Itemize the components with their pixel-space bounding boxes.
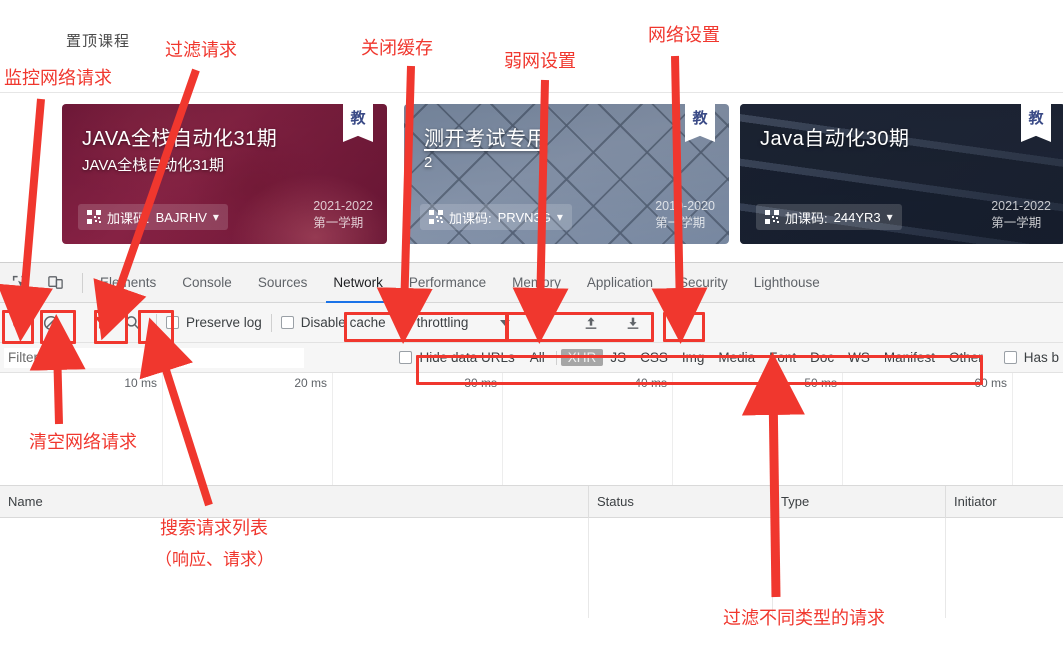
qr-code-icon (87, 210, 101, 224)
course-term-year: 2021-2022 (313, 199, 373, 214)
web-page-region: 置顶课程 JAVA全栈自动化31期 JAVA全栈自动化31期 加课码: BAJR… (0, 0, 1063, 262)
column-header-type[interactable]: Type (772, 486, 945, 518)
tab-network[interactable]: Network (320, 263, 396, 303)
course-join-code-label: 加课码: (107, 210, 150, 226)
highlight-throttling (506, 312, 654, 342)
course-join-code[interactable]: 加课码: BAJRHV ▾ (78, 204, 228, 230)
course-card-title: 测开考试专用 (424, 128, 547, 150)
qr-code-icon (765, 210, 779, 224)
course-card-list: JAVA全栈自动化31期 JAVA全栈自动化31期 加课码: BAJRHV ▾ (0, 104, 1063, 254)
column-header-initiator[interactable]: Initiator (945, 486, 1063, 518)
filter-placeholder: Filter (8, 350, 38, 365)
annotation-clear-requests: 清空网络请求 (29, 432, 137, 452)
annotation-disable-cache: 关闭缓存 (361, 38, 433, 58)
highlight-filter-button (94, 310, 128, 344)
course-term: 2019-2020 第一学期 (655, 198, 715, 232)
tab-performance[interactable]: Performance (396, 263, 499, 303)
course-join-code-value: 244YR3 (833, 209, 881, 225)
chevron-down-icon[interactable]: ▾ (887, 210, 893, 224)
highlight-network-conditions (663, 312, 705, 342)
annotation-filter-request: 过滤请求 (165, 40, 237, 60)
annotation-network-settings: 网络设置 (648, 25, 720, 45)
tab-memory[interactable]: Memory (499, 263, 574, 303)
course-term-name: 第一学期 (313, 216, 364, 231)
preserve-log-label: Preserve log (186, 315, 262, 330)
course-card-subtitle: JAVA全栈自动化31期 (82, 157, 224, 174)
network-overview-timeline[interactable]: 10 ms 20 ms 30 ms 40 ms 50 ms 60 ms (0, 373, 1063, 486)
tab-application[interactable]: Application (574, 263, 666, 303)
course-card[interactable]: 测开考试专用 2 加课码: PRVN3G ▾ 2019-2020 第一学期 教 (404, 104, 729, 244)
checkbox-box[interactable] (1003, 351, 1017, 364)
chevron-down-icon[interactable]: ▾ (557, 210, 563, 224)
course-term: 2021-2022 第一学期 (991, 198, 1051, 232)
tab-sources[interactable]: Sources (245, 263, 321, 303)
devtools-tool-icons (0, 270, 78, 296)
column-header-name[interactable]: Name (0, 486, 588, 518)
highlight-disable-cache (344, 312, 508, 342)
annotation-search-request-list-detail: （响应、请求） (155, 550, 274, 569)
tab-lighthouse[interactable]: Lighthouse (741, 263, 833, 303)
course-join-code-label: 加课码: (449, 210, 492, 226)
highlight-search-button (138, 310, 174, 344)
annotation-search-request-list: 搜索请求列表 (160, 518, 268, 538)
has-blocked-cookies-label: Has b (1023, 350, 1059, 365)
column-header-status[interactable]: Status (588, 486, 772, 518)
has-blocked-cookies-checkbox[interactable]: Has b (1003, 350, 1059, 365)
course-join-code[interactable]: 加课码: PRVN3G ▾ (420, 204, 572, 230)
annotation-monitor-network: 监控网络请求 (4, 68, 112, 88)
course-card-title: JAVA全栈自动化31期 (82, 128, 278, 150)
annotation-throttling: 弱网设置 (504, 51, 576, 71)
timeline-tick-label: 20 ms (294, 376, 327, 390)
tab-console[interactable]: Console (169, 263, 245, 303)
highlight-type-filters (416, 355, 983, 385)
course-join-code[interactable]: 加课码: 244YR3 ▾ (756, 204, 902, 230)
course-card[interactable]: JAVA全栈自动化31期 JAVA全栈自动化31期 加课码: BAJRHV ▾ (62, 104, 387, 244)
course-term-year: 2021-2022 (991, 199, 1051, 214)
course-card-title: Java自动化30期 (760, 128, 910, 150)
tab-separator (82, 272, 83, 293)
page-divider (0, 92, 1063, 93)
chevron-down-icon[interactable]: ▾ (213, 210, 219, 224)
devtools-tab-bar: Elements Console Sources Network Perform… (0, 263, 1063, 303)
course-term-name: 第一学期 (991, 216, 1042, 231)
timeline-tick-label: 10 ms (124, 376, 157, 390)
toolbar-separator (270, 313, 272, 332)
tab-security[interactable]: Security (666, 263, 741, 303)
preserve-log-checkbox[interactable]: Preserve log (166, 315, 262, 330)
highlight-clear-button (40, 310, 76, 344)
annotation-filter-types: 过滤不同类型的请求 (723, 608, 885, 628)
course-term-year: 2019-2020 (655, 199, 715, 214)
checkbox-box[interactable] (399, 351, 413, 364)
device-toolbar-toggle-icon[interactable] (42, 270, 68, 296)
course-term: 2021-2022 第一学期 (313, 198, 373, 232)
course-join-code-label: 加课码: (785, 210, 828, 226)
course-card-subtitle: 2 (424, 154, 433, 171)
inspect-element-icon[interactable] (6, 270, 32, 296)
tab-elements[interactable]: Elements (87, 263, 169, 303)
course-term-name: 第一学期 (655, 216, 706, 231)
highlight-record-button (2, 310, 34, 344)
course-card[interactable]: Java自动化30期 加课码: 244YR3 ▾ 2021-2022 第一学期 … (740, 104, 1063, 244)
course-join-code-value: PRVN3G (497, 209, 551, 225)
filter-input[interactable]: Filter (4, 347, 304, 368)
checkbox-box[interactable] (280, 316, 294, 329)
pinned-courses-label: 置顶课程 (66, 33, 131, 50)
course-join-code-value: BAJRHV (155, 209, 207, 225)
qr-code-icon (429, 210, 443, 224)
